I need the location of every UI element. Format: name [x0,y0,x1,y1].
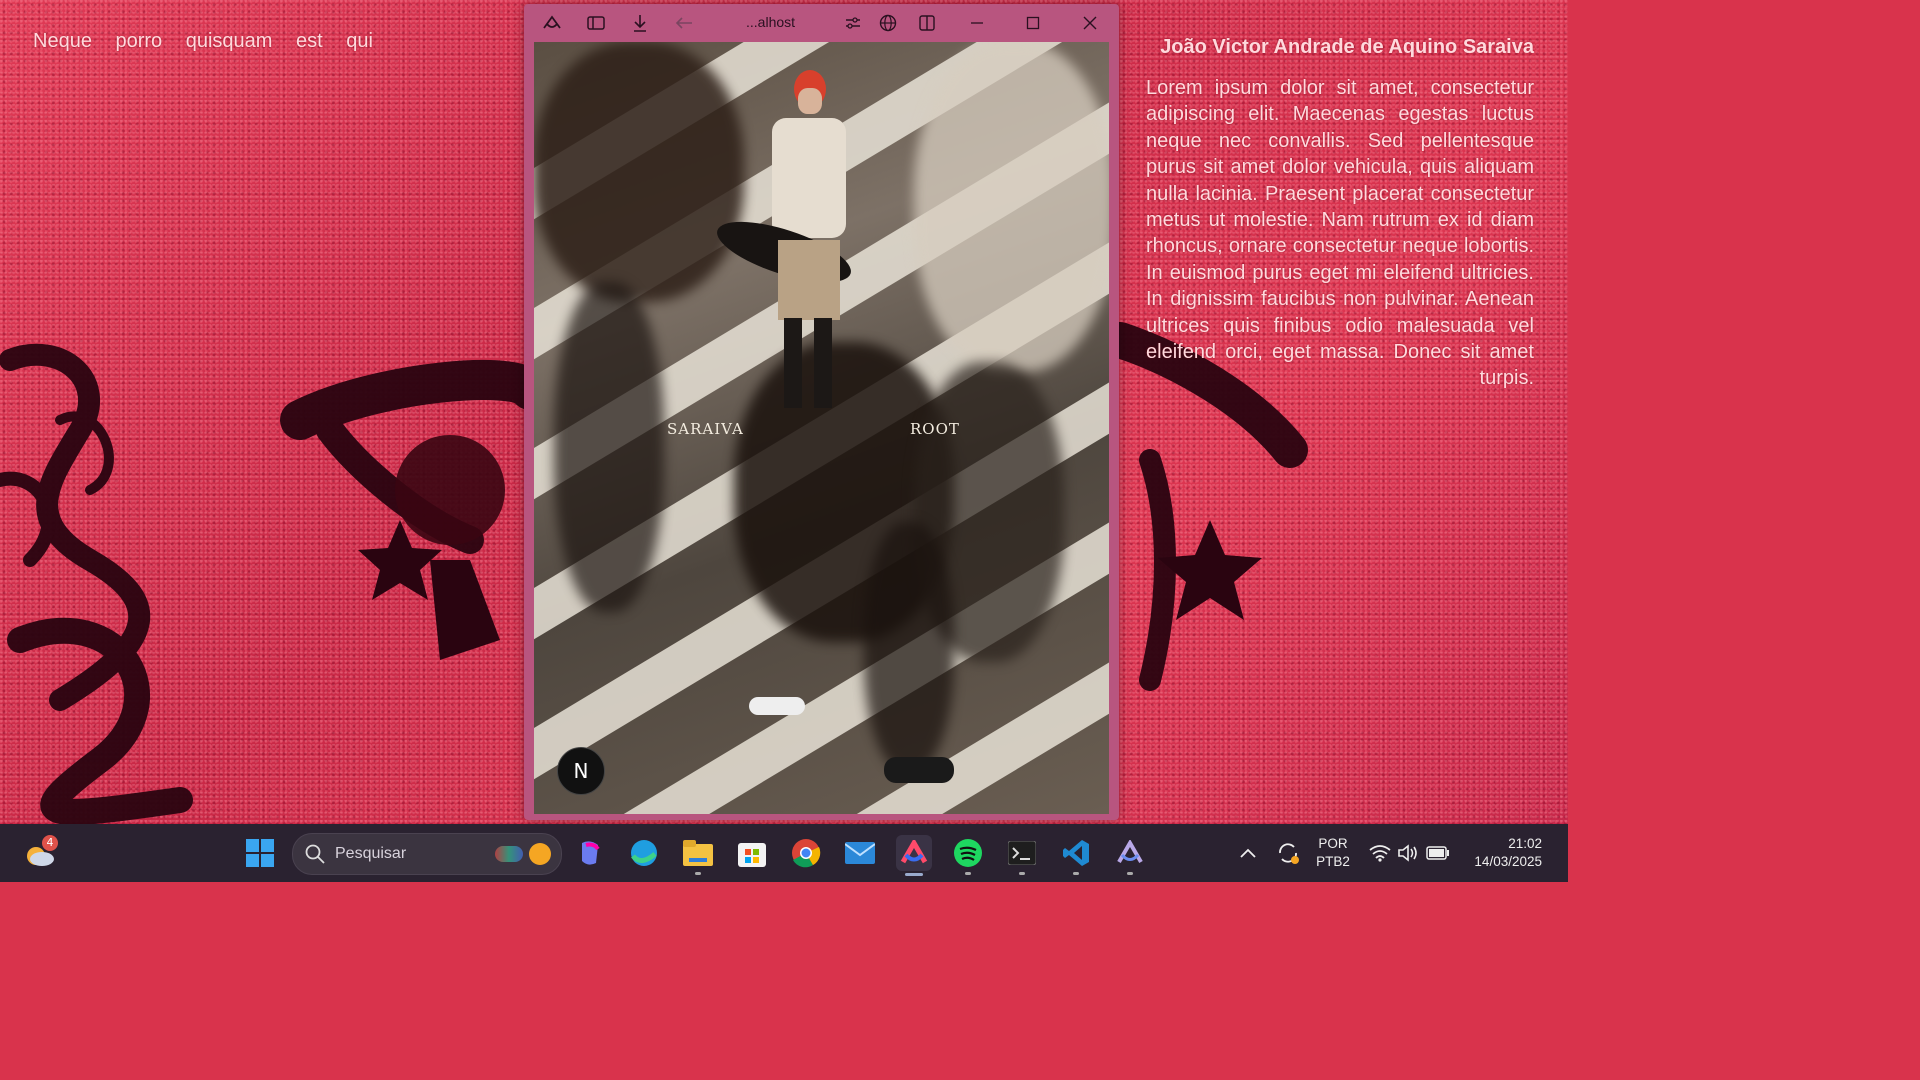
settings-sliders-icon[interactable] [843,13,863,33]
browser-titlebar[interactable]: ...alhost [524,4,1119,42]
language-line2: PTB2 [1316,854,1350,869]
clock-time: 21:02 [1508,836,1542,851]
clock-date: 14/03/2025 [1474,854,1542,869]
taskbar-search[interactable]: Pesquisar [292,833,562,875]
language-line1: POR [1318,836,1348,851]
sidebar-toggle-icon[interactable] [586,13,606,33]
page-viewport[interactable]: SARAIVA ROOT N [534,42,1109,814]
arc-logo-icon[interactable] [542,13,562,33]
weather-badge: 4 [42,835,58,851]
caption-saraiva: SARAIVA [667,420,744,438]
minimize-icon[interactable] [967,13,987,33]
address-title[interactable]: ...alhost [746,14,795,30]
windows-start-icon[interactable] [242,835,278,871]
copilot-icon[interactable] [572,835,608,871]
nextjs-badge[interactable]: N [557,747,605,795]
caption-root: ROOT [910,420,960,438]
mail-icon[interactable] [842,835,878,871]
skater-figure [710,70,864,420]
download-icon[interactable] [630,13,650,33]
vscode-icon[interactable] [1058,835,1094,875]
sync-icon[interactable] [1270,835,1306,871]
author-name: João Victor Andrade de Aquino Saraiva [1160,36,1534,58]
battery-icon[interactable] [1420,835,1456,871]
taskbar: 4 Pesquisar POR PTB2 21:02 14/03/2025 [0,824,1568,882]
microsoft-store-icon[interactable] [734,835,770,871]
weather-widget-icon[interactable]: 4 [22,835,58,871]
edge-icon[interactable] [626,835,662,871]
terminal-icon[interactable] [1004,835,1040,875]
desktop-left-text: Neque porro quisquam est qui [33,30,373,52]
search-icon [305,844,325,864]
maximize-icon[interactable] [1023,13,1043,33]
search-highlight-icon [495,846,523,862]
chevron-up-icon[interactable] [1230,835,1266,871]
arc-browser-icon[interactable] [896,835,932,876]
back-arrow-icon[interactable] [674,13,694,33]
globe-icon[interactable] [878,13,898,33]
browser-window: ...alhost SARAIVA ROOT N [524,4,1119,820]
desktop-right-block: João Victor Andrade de Aquino Saraiva Lo… [1146,36,1534,392]
spotify-icon[interactable] [950,835,986,875]
crosswalk-photo [534,42,1109,814]
search-highlight-sun-icon [529,843,551,865]
split-view-icon[interactable] [917,13,937,33]
close-icon[interactable] [1080,13,1100,33]
arc-alt-icon[interactable] [1112,835,1148,875]
search-placeholder: Pesquisar [335,845,407,862]
clock[interactable]: 21:02 14/03/2025 [1460,835,1542,871]
chrome-icon[interactable] [788,835,824,871]
file-explorer-icon[interactable] [680,835,716,875]
lorem-paragraph: Lorem ipsum dolor sit amet, consectetur … [1146,77,1534,390]
language-indicator[interactable]: POR PTB2 [1310,835,1356,871]
